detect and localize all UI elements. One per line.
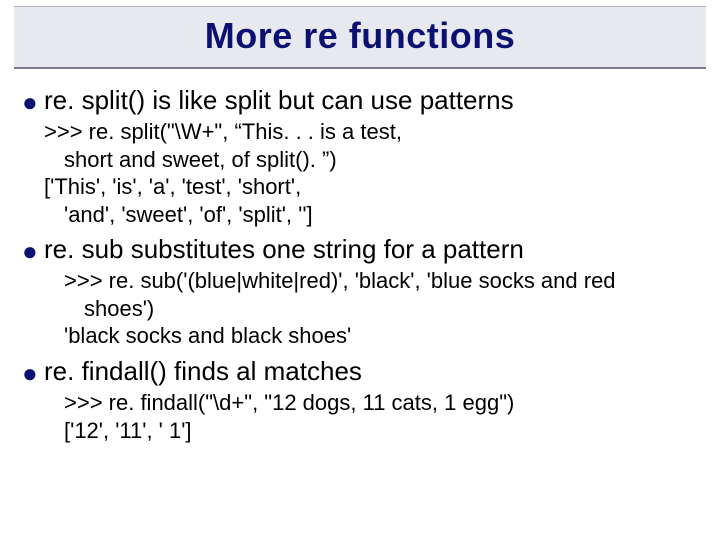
bullet-point: ● re. sub substitutes one string for a p… <box>22 234 698 265</box>
bullet-point: ● re. findall() finds al matches <box>22 356 698 387</box>
code-block: >>> re. split("\W+", “This. . . is a tes… <box>44 118 698 228</box>
bullet-icon: ● <box>22 87 38 118</box>
code-block: >>> re. sub('(blue|white|red)', 'black',… <box>44 267 698 350</box>
code-block: >>> re. findall("\d+", "12 dogs, 11 cats… <box>44 389 698 444</box>
code-line: >>> re. sub('(blue|white|red)', 'black',… <box>44 267 698 295</box>
code-line: >>> re. findall("\d+", "12 dogs, 11 cats… <box>44 389 698 417</box>
slide: More re functions ● re. split() is like … <box>0 6 720 540</box>
code-line: ['This', 'is', 'a', 'test', 'short', <box>44 173 698 201</box>
code-line: shoes') <box>44 295 698 323</box>
code-line: >>> re. split("\W+", “This. . . is a tes… <box>44 119 402 144</box>
bullet-text: re. sub substitutes one string for a pat… <box>44 234 524 264</box>
bullet-text: re. split() is like split but can use pa… <box>44 85 514 115</box>
bullet-icon: ● <box>22 358 38 389</box>
bullet-icon: ● <box>22 236 38 267</box>
code-line: 'black socks and black shoes' <box>44 322 698 350</box>
slide-title: More re functions <box>14 15 706 57</box>
code-line: ['12', '11', ' 1'] <box>44 417 698 445</box>
code-line: 'and', 'sweet', 'of', 'split', ''] <box>44 201 698 229</box>
title-bar: More re functions <box>14 6 706 69</box>
bullet-point: ● re. split() is like split but can use … <box>22 85 698 116</box>
bullet-text: re. findall() finds al matches <box>44 356 362 386</box>
slide-body: ● re. split() is like split but can use … <box>0 75 720 444</box>
code-line: short and sweet, of split(). ”) <box>44 146 698 174</box>
